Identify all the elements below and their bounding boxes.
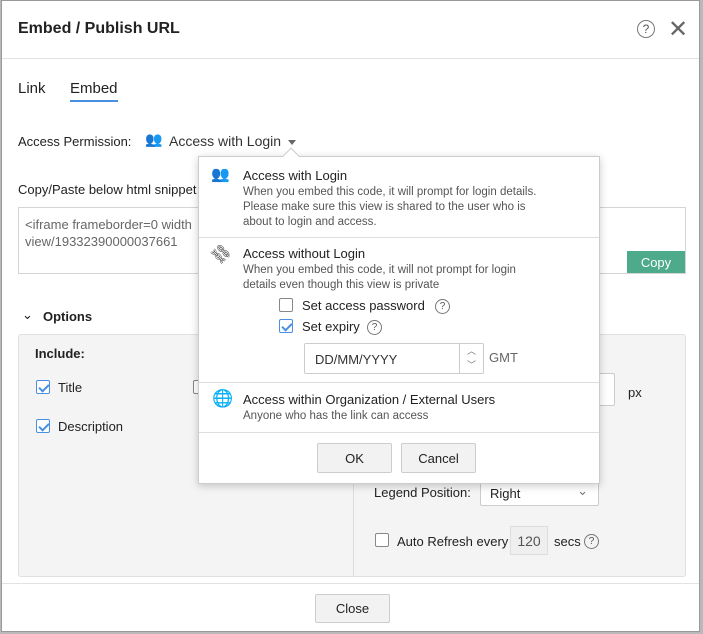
title-checkbox[interactable] [36,380,50,394]
dialog-title: Embed / Publish URL [18,20,180,37]
description-label: Description [58,419,124,434]
help-icon[interactable]: ? [367,320,382,335]
access-permission-menu: 👥 Access with Login When you embed this … [198,147,600,484]
divider [2,583,699,584]
refresh-interval-input[interactable]: 120 [510,526,548,555]
option-description: Anyone who has the link can access [243,410,429,422]
option-title: Access without Login [243,246,366,261]
date-stepper[interactable]: ︿ ﹀ [459,344,483,373]
title-label: Title [58,380,83,395]
option-access-within-organization[interactable]: 🌐 Access within Organization / External … [199,383,599,433]
auto-refresh-checkbox[interactable] [375,533,389,547]
option-access-without-login[interactable]: ⛓ Access without Login When you embed th… [199,238,599,383]
chevron-up-icon[interactable]: ︿ [460,344,483,358]
set-password-checkbox[interactable] [279,298,293,312]
close-icon[interactable]: ✕ [668,15,688,44]
option-access-with-login[interactable]: 👥 Access with Login When you embed this … [199,157,599,238]
help-icon[interactable]: ? [435,299,450,314]
divider [2,58,699,59]
gmt-label: GMT [489,350,518,365]
close-button[interactable]: Close [315,594,390,623]
set-password-label: Set access password [302,298,425,313]
auto-refresh-label: Auto Refresh every [397,534,509,549]
legend-position-label: Legend Position: [374,485,471,500]
date-placeholder: DD/MM/YYYY [315,352,398,367]
help-icon[interactable]: ? [584,534,599,549]
cancel-button[interactable]: Cancel [401,443,476,473]
description-checkbox[interactable] [36,419,50,433]
secs-label: secs [554,534,581,549]
help-icon[interactable]: ? [637,20,655,38]
globe-icon: 🌐 [212,389,234,408]
users-icon: 👥 [211,166,230,183]
access-permission-label: Access Permission: [18,134,132,149]
option-title: Access with Login [243,168,348,183]
access-permission-dropdown[interactable]: Access with Login [169,133,281,149]
snippet-label: Copy/Paste below html snippet [18,182,197,197]
include-label: Include: [35,346,85,361]
px-label: px [628,385,642,400]
options-toggle[interactable]: Options [43,309,92,324]
copy-button[interactable]: Copy [627,251,685,273]
set-expiry-label: Set expiry [302,319,360,334]
option-description: When you embed this code, it will prompt… [243,186,537,228]
tab-link[interactable]: Link [18,80,46,97]
set-expiry-checkbox[interactable] [279,319,293,333]
chevron-down-icon: ⌄ [577,483,588,498]
tab-embed[interactable]: Embed [70,80,118,102]
users-icon: 👥 [145,131,163,147]
option-title: Access within Organization / External Us… [243,392,496,407]
chevron-down-icon[interactable]: ﹀ [460,358,483,372]
expiry-date-input[interactable]: DD/MM/YYYY ︿ ﹀ [304,343,484,374]
link-icon: ⛓ [208,241,235,268]
chevron-down-icon[interactable]: ⌄ [22,307,33,323]
option-description: When you embed this code, it will not pr… [243,264,516,291]
ok-button[interactable]: OK [317,443,392,473]
legend-position-value: Right [490,486,521,501]
